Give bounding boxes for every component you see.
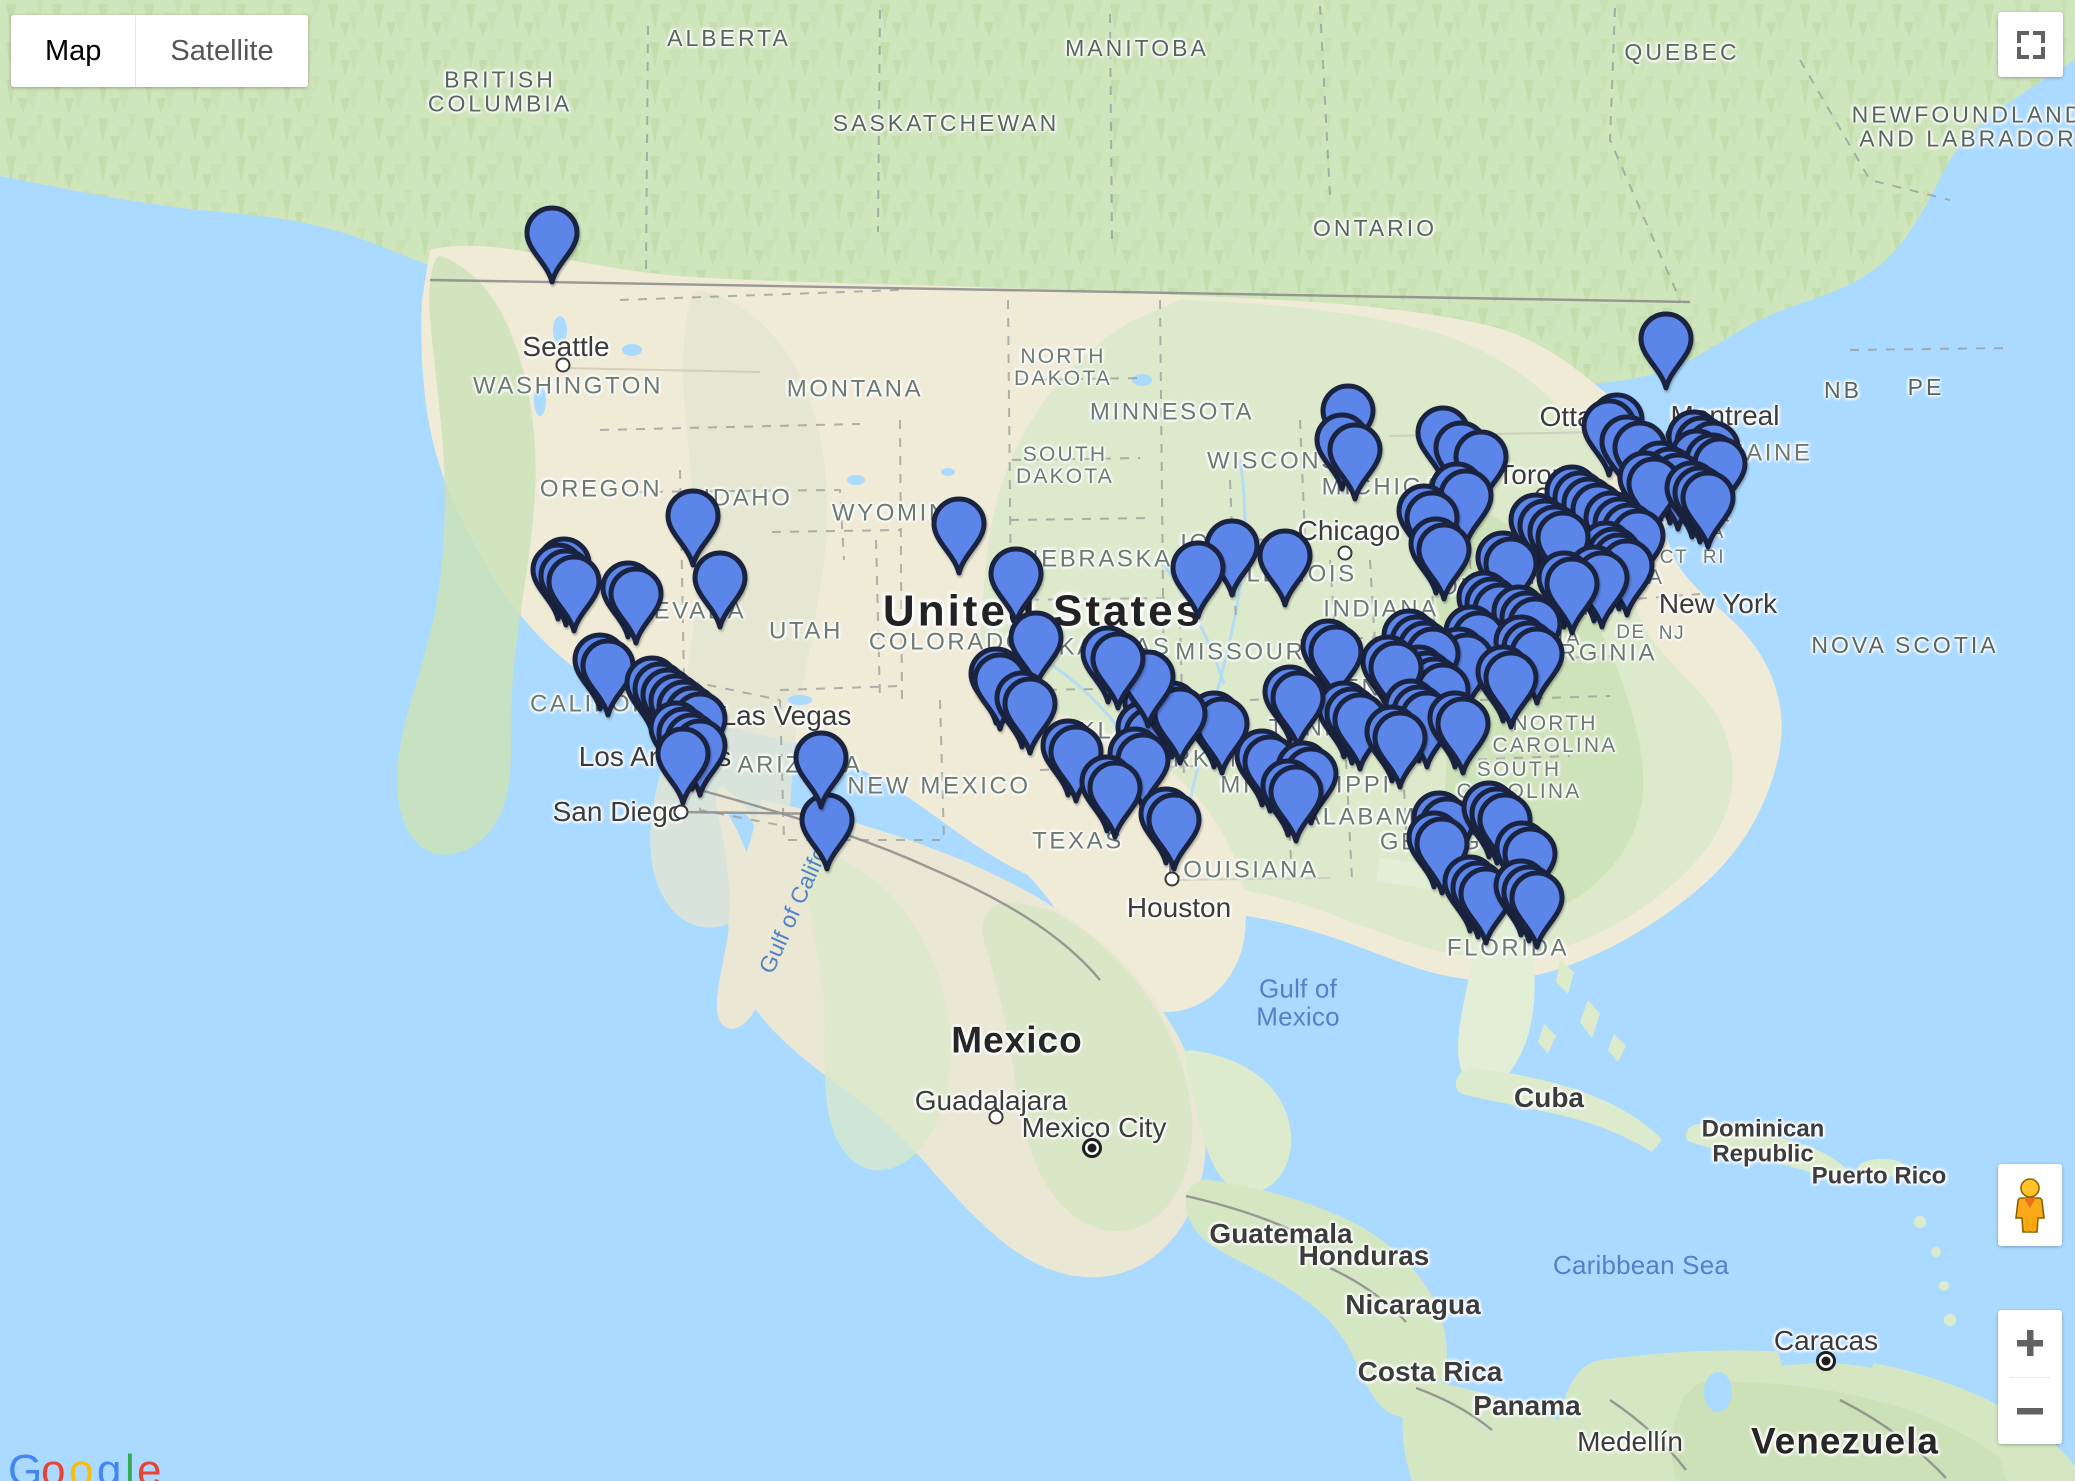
marker-layer[interactable] (0, 0, 2075, 1481)
minus-icon (2017, 1407, 2043, 1415)
street-view-pegman-button[interactable] (1998, 1164, 2062, 1246)
map-pin-marker[interactable] (1637, 311, 1695, 391)
map-type-satellite-button[interactable]: Satellite (135, 15, 308, 87)
map-pin-marker[interactable] (1256, 528, 1314, 608)
map-pin-marker[interactable] (1326, 422, 1384, 502)
plus-icon (2017, 1330, 2043, 1357)
map-pin-marker[interactable] (1267, 764, 1325, 844)
zoom-control[interactable] (1998, 1310, 2062, 1444)
map-pin-marker[interactable] (523, 205, 581, 285)
map-pin-marker[interactable] (1679, 470, 1737, 550)
fullscreen-button[interactable] (1998, 12, 2063, 77)
map-pin-marker[interactable] (1086, 760, 1144, 840)
map-type-map-button[interactable]: Map (11, 15, 136, 87)
pegman-icon (2015, 1178, 2045, 1233)
zoom-in-button[interactable] (1998, 1310, 2062, 1377)
fullscreen-icon (2016, 30, 2045, 59)
map-pin-marker[interactable] (654, 726, 712, 806)
map-pin-marker[interactable] (930, 496, 988, 576)
zoom-out-button[interactable] (1998, 1378, 2062, 1445)
map-pin-marker[interactable] (1145, 792, 1203, 872)
google-map-canvas[interactable]: United States Mexico Venezuela Cuba Dominica… (0, 0, 2075, 1481)
map-pin-marker[interactable] (1508, 870, 1566, 950)
map-pin-marker[interactable] (545, 554, 603, 634)
map-pin-marker[interactable] (1089, 631, 1147, 711)
map-pin-marker[interactable] (1434, 696, 1492, 776)
map-pin-marker[interactable] (691, 550, 749, 630)
map-type-control[interactable]: Map Satellite (11, 15, 308, 87)
map-pin-marker[interactable] (792, 730, 850, 810)
map-pin-marker[interactable] (1371, 710, 1429, 790)
map-pin-marker[interactable] (1169, 540, 1227, 620)
map-pin-marker[interactable] (1001, 676, 1059, 756)
